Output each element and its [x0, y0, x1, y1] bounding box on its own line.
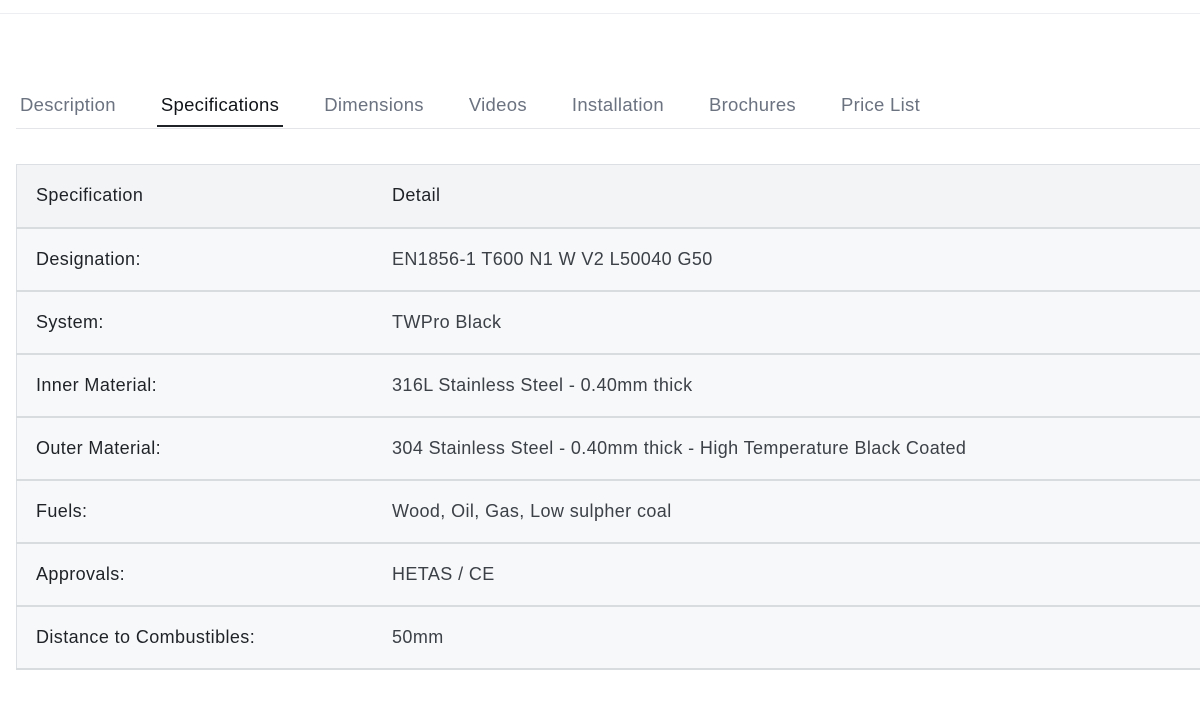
table-row: System: TWPro Black	[16, 290, 1200, 355]
table-row: Fuels: Wood, Oil, Gas, Low sulpher coal	[16, 479, 1200, 544]
spec-value: 316L Stainless Steel - 0.40mm thick	[392, 353, 1200, 418]
header-specification: Specification	[16, 164, 392, 229]
spec-label: System:	[16, 290, 392, 355]
tab-brochures[interactable]: Brochures	[705, 86, 800, 126]
tab-videos[interactable]: Videos	[465, 86, 531, 126]
spec-label: Inner Material:	[16, 353, 392, 418]
tab-dimensions[interactable]: Dimensions	[320, 86, 428, 126]
top-divider	[0, 13, 1200, 14]
spec-label: Approvals:	[16, 542, 392, 607]
tab-specifications[interactable]: Specifications	[156, 86, 284, 127]
tab-price-list[interactable]: Price List	[837, 86, 924, 126]
tab-installation[interactable]: Installation	[568, 86, 668, 126]
spec-label: Designation:	[16, 227, 392, 292]
table-header-row: Specification Detail	[16, 164, 1200, 229]
spec-value: 50mm	[392, 605, 1200, 670]
header-detail: Detail	[392, 164, 1200, 229]
table-row: Outer Material: 304 Stainless Steel - 0.…	[16, 416, 1200, 481]
tab-description[interactable]: Description	[16, 86, 120, 126]
spec-label: Outer Material:	[16, 416, 392, 481]
table-row: Designation: EN1856-1 T600 N1 W V2 L5004…	[16, 227, 1200, 292]
product-tabs: Description Specifications Dimensions Vi…	[16, 86, 1200, 129]
table-row: Inner Material: 316L Stainless Steel - 0…	[16, 353, 1200, 418]
table-row: Distance to Combustibles: 50mm	[16, 605, 1200, 670]
specifications-table: Specification Detail Designation: EN1856…	[16, 164, 1200, 670]
table-row: Approvals: HETAS / CE	[16, 542, 1200, 607]
spec-value: EN1856-1 T600 N1 W V2 L50040 G50	[392, 227, 1200, 292]
spec-value: 304 Stainless Steel - 0.40mm thick - Hig…	[392, 416, 1200, 481]
spec-value: HETAS / CE	[392, 542, 1200, 607]
spec-label: Fuels:	[16, 479, 392, 544]
spec-value: Wood, Oil, Gas, Low sulpher coal	[392, 479, 1200, 544]
spec-label: Distance to Combustibles:	[16, 605, 392, 670]
spec-value: TWPro Black	[392, 290, 1200, 355]
